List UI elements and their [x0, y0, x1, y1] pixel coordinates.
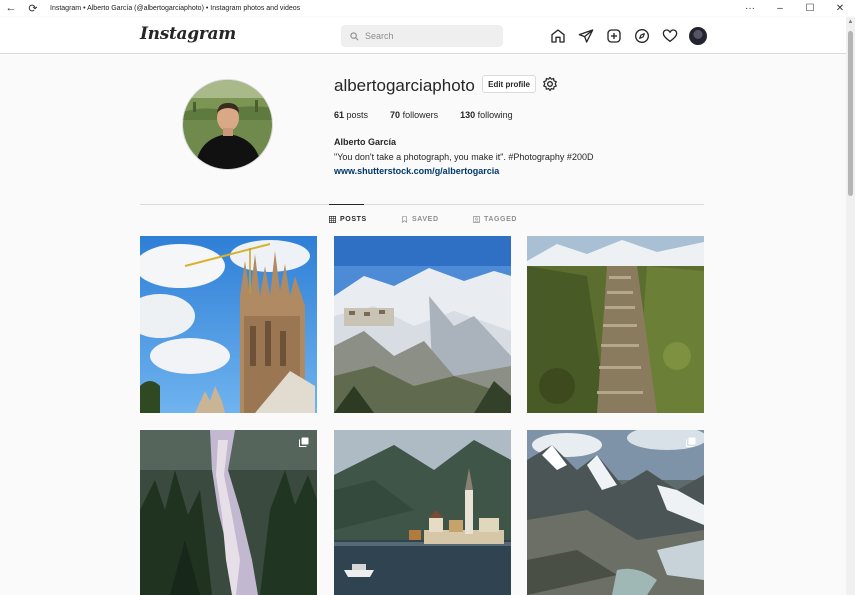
window-titlebar: ← ⟳ Instagram • Alberto García (@alberto… [0, 0, 855, 16]
direct-messages-icon[interactable] [577, 27, 595, 45]
tagged-user-icon [473, 216, 480, 223]
new-post-icon[interactable] [605, 27, 623, 45]
carousel-multiple-icon [299, 437, 309, 447]
profile-avatar-icon[interactable] [689, 27, 707, 45]
bookmark-icon [402, 216, 407, 223]
minimize-button[interactable]: – [765, 0, 795, 16]
post-thumbnail[interactable] [527, 236, 704, 413]
post-thumbnail[interactable] [527, 430, 704, 595]
profile-website-link[interactable]: www.shutterstock.com/g/albertogarcia [334, 166, 499, 176]
carousel-multiple-icon [686, 437, 696, 447]
more-options-icon[interactable]: ··· [735, 0, 765, 16]
post-thumbnail[interactable] [334, 236, 511, 413]
tab-posts-label: POSTS [340, 216, 367, 223]
scroll-up-arrow-icon[interactable]: ▲ [847, 19, 854, 26]
following-link[interactable]: 130 following [460, 110, 513, 120]
profile-username: albertogarciaphoto [334, 76, 475, 95]
profile-bio: "You don't take a photograph, you make i… [334, 152, 594, 162]
search-input[interactable]: Search [341, 25, 503, 47]
profile-full-name: Alberto García [334, 137, 397, 147]
tab-saved[interactable]: SAVED [401, 216, 439, 223]
profile-photo[interactable] [182, 79, 273, 170]
grid-icon [329, 216, 336, 223]
tab-tagged-label: TAGGED [484, 216, 518, 223]
window-title: Instagram • Alberto García (@albertogarc… [50, 4, 301, 12]
post-thumbnail[interactable] [334, 430, 511, 595]
profile-stats: 61 posts 70 followers 130 following [334, 110, 513, 120]
tabs-divider [140, 204, 704, 205]
followers-link[interactable]: 70 followers [390, 110, 438, 120]
tab-posts[interactable]: POSTS [329, 216, 367, 223]
top-navigation: Instagram Search [0, 17, 846, 54]
instagram-logo[interactable]: Instagram [140, 24, 236, 44]
scrollbar-thumb[interactable] [848, 31, 853, 196]
active-tab-indicator [329, 204, 364, 205]
activity-heart-icon[interactable] [661, 27, 679, 45]
post-thumbnail[interactable] [140, 430, 317, 595]
edit-profile-button[interactable]: Edit profile [482, 75, 536, 93]
search-placeholder: Search [365, 31, 394, 41]
close-button[interactable]: ✕ [825, 0, 855, 16]
tab-tagged[interactable]: TAGGED [473, 216, 517, 223]
page-scrollbar[interactable]: ▲ [846, 17, 855, 595]
search-icon [350, 31, 359, 41]
posts-count: 61 posts [334, 110, 369, 120]
explore-icon[interactable] [633, 27, 651, 45]
refresh-icon[interactable]: ⟳ [22, 0, 44, 16]
maximize-button[interactable]: ☐ [795, 0, 825, 16]
back-arrow-icon[interactable]: ← [0, 0, 22, 16]
post-thumbnail[interactable] [140, 236, 317, 413]
tab-saved-label: SAVED [412, 216, 439, 223]
settings-gear-icon[interactable] [542, 76, 558, 92]
home-icon[interactable] [549, 27, 567, 45]
